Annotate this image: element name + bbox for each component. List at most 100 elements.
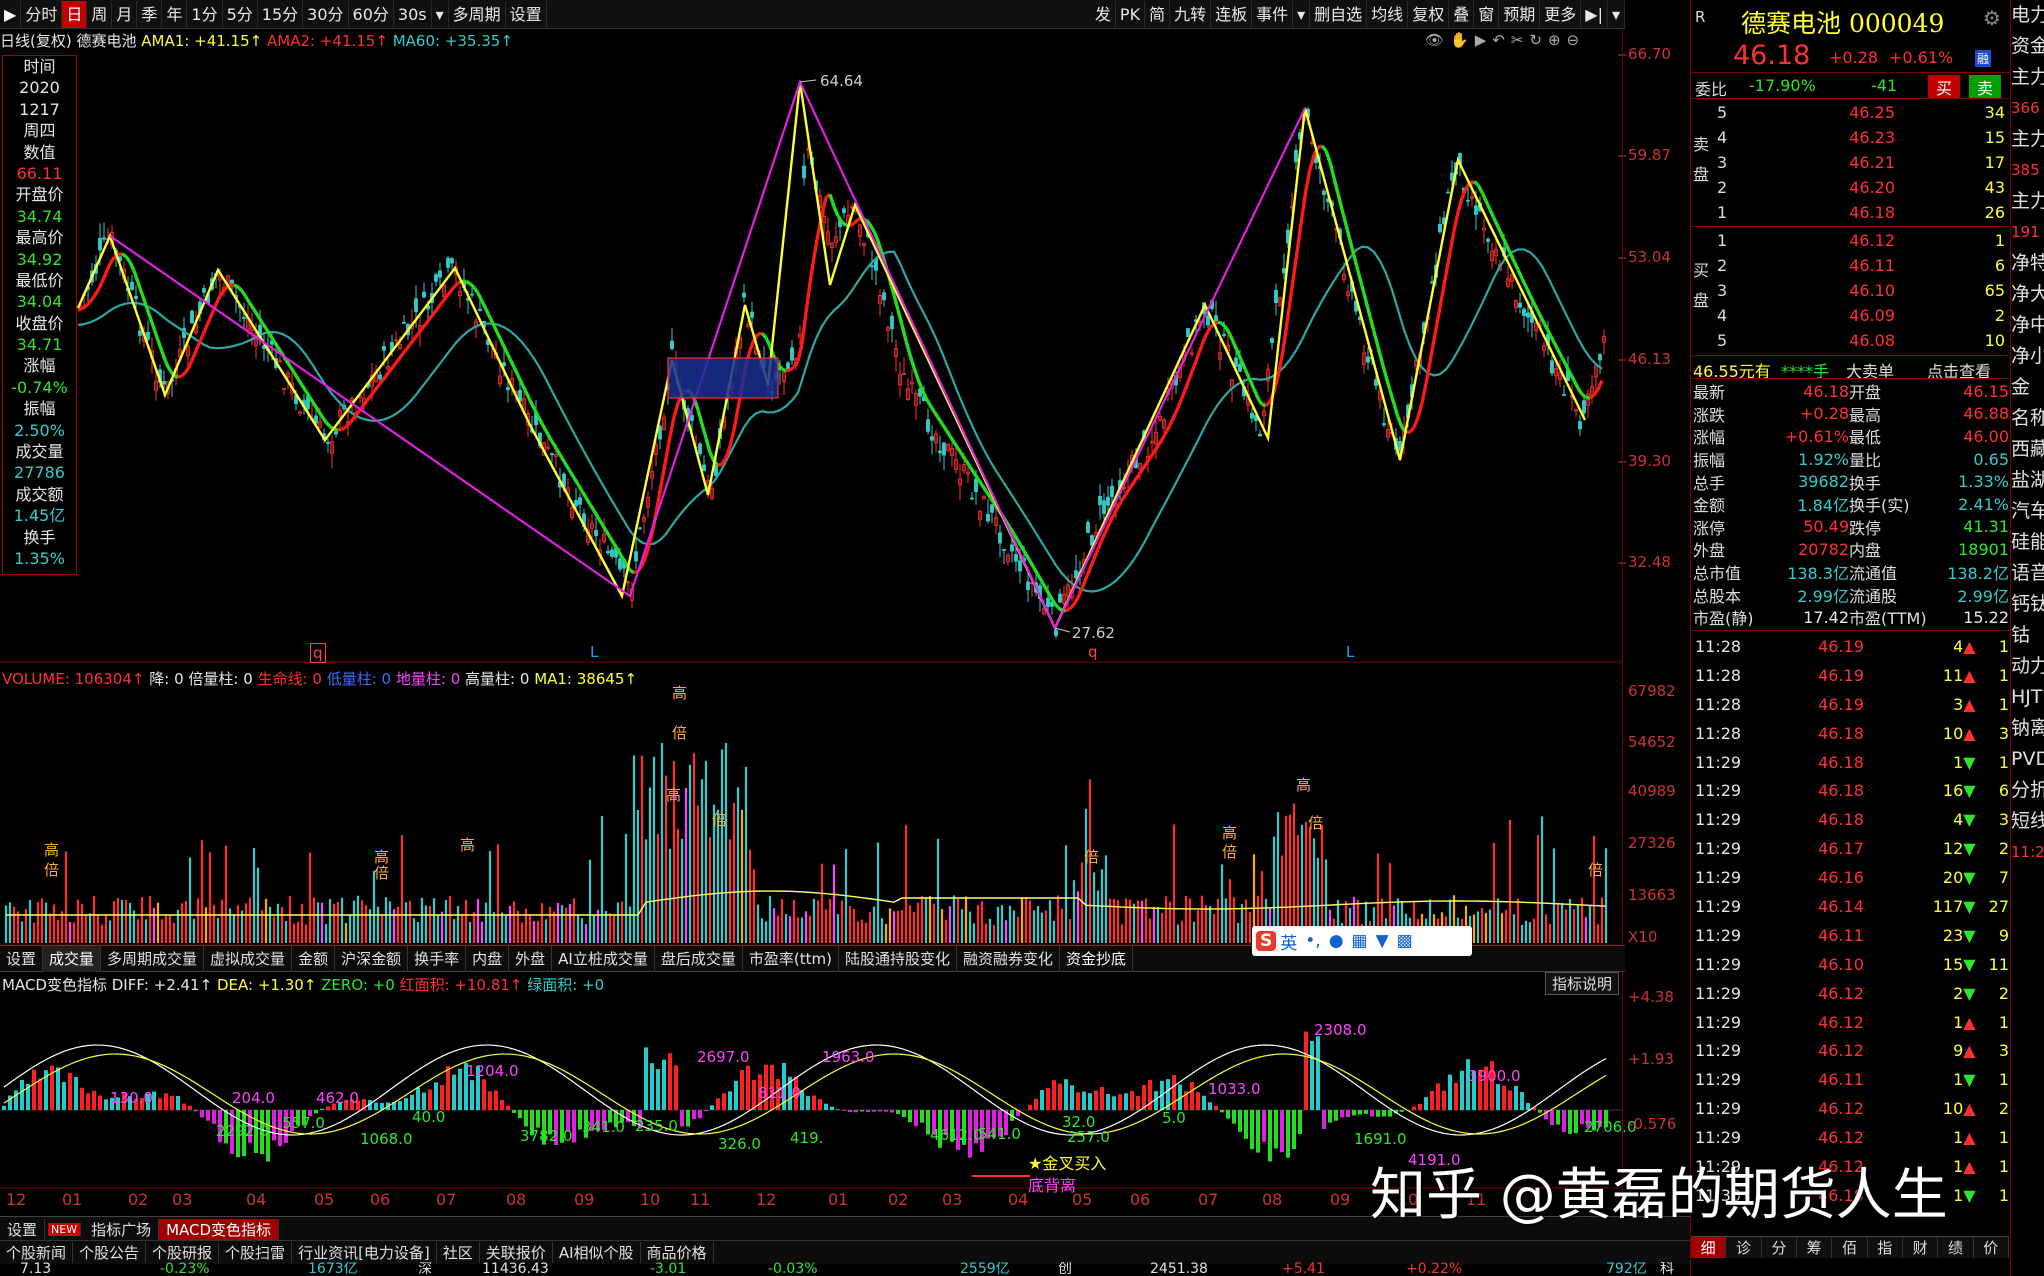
news-tab[interactable]: 关联报价 [480, 1242, 553, 1263]
sector-item[interactable]: 金 [2011, 372, 2044, 403]
sector-item[interactable]: 主力 [2011, 186, 2044, 217]
tick-row[interactable]: 11:28 46.19 3 ▲ 1 [1691, 690, 2009, 719]
news-tab[interactable]: AI相似个股 [553, 1242, 641, 1263]
tick-row[interactable]: 11:29 46.10 15 ▼ 11 [1691, 950, 2009, 979]
tick-row[interactable]: 11:28 46.18 10 ▲ 3 [1691, 719, 2009, 748]
right-tab[interactable]: 诊 [1726, 1237, 1762, 1258]
indicator-tab[interactable]: 虚拟成交量 [204, 945, 293, 972]
order-level[interactable]: 1 46.12 1 [1691, 228, 2009, 253]
indicator-tab[interactable]: 换手率 [408, 945, 467, 972]
shirt-icon[interactable]: ▼ [1376, 931, 1389, 951]
tick-row[interactable]: 11:29 46.18 4 ▼ 3 [1691, 805, 2009, 834]
tick-row[interactable]: 11:29 46.12 9 ▲ 3 [1691, 1036, 2009, 1065]
indicator-tab[interactable]: 成交量 [43, 945, 102, 972]
sector-item[interactable]: PVD [2011, 744, 2044, 775]
right-tab[interactable]: 细 [1691, 1237, 1727, 1258]
right-tab[interactable]: 分 [1762, 1237, 1797, 1258]
order-level[interactable]: 5 46.08 10 [1691, 328, 2009, 353]
sector-item[interactable]: 净大 [2011, 279, 2044, 310]
indicator-tab[interactable]: AI立桩成交量 [552, 945, 655, 972]
tick-row[interactable]: 11:29 46.12 2 ▼ 2 [1691, 979, 2009, 1008]
tick-row[interactable]: 11:29 46.12 1 ▲ 1 [1691, 1008, 2009, 1037]
sector-item[interactable]: 净小 [2011, 341, 2044, 372]
right-tab[interactable]: 财 [1903, 1237, 1939, 1258]
news-tab[interactable]: 个股公告 [73, 1242, 147, 1263]
order-level[interactable]: 3 46.21 17 [1691, 150, 2009, 175]
tick-row[interactable]: 11:29 46.11 23 ▼ 9 [1691, 921, 2009, 950]
sector-item[interactable]: 钠离 [2011, 713, 2044, 744]
sector-item[interactable]: 西藏 [2011, 434, 2044, 465]
indicator-tab[interactable]: 资金抄底 [1060, 945, 1133, 972]
tick-row[interactable]: 11:29 46.18 1 ▼ 1 [1691, 748, 2009, 777]
tick-row[interactable]: 11:29 46.16 20 ▼ 7 [1691, 863, 2009, 892]
news-tab[interactable]: 个股研报 [146, 1242, 220, 1263]
bottom-settings-tab[interactable]: 设置 [0, 1218, 46, 1240]
grid-icon[interactable]: ▩ [1397, 931, 1413, 951]
news-tab[interactable]: 社区 [437, 1242, 480, 1263]
order-level[interactable]: 1 46.18 26 [1691, 200, 2009, 225]
right-tab[interactable]: 绩 [1938, 1237, 1974, 1258]
sector-item[interactable]: 主力 [2011, 62, 2044, 93]
indicator-tab[interactable]: 沪深金额 [335, 945, 409, 972]
right-tab[interactable]: 佰 [1832, 1237, 1868, 1258]
indicator-tab[interactable]: 盘后成交量 [655, 945, 743, 972]
sector-item[interactable]: 11:29 [2011, 837, 2044, 868]
sector-item[interactable]: 钴 [2011, 620, 2044, 651]
chart-area[interactable]: 高倍高倍高高倍高倍高倍高倍倍倍130.02292.0 557.0204.0 462.… [0, 0, 1690, 1216]
right-tab[interactable]: 筹 [1797, 1237, 1833, 1258]
order-level[interactable]: 2 46.20 43 [1691, 175, 2009, 200]
tick-row[interactable]: 11:29 46.11 1 ▼ 1 [1691, 1065, 2009, 1094]
ime-toolbar[interactable]: S 英 •, ● ▦ ▼ ▩ [1252, 926, 1472, 956]
right-tab[interactable]: 指 [1868, 1237, 1903, 1258]
mic-icon[interactable]: ● [1329, 931, 1344, 951]
sector-item[interactable]: 动力 [2011, 651, 2044, 682]
tick-row[interactable]: 11:29 46.18 16 ▼ 6 [1691, 776, 2009, 805]
indicator-tab[interactable]: 内盘 [466, 945, 510, 972]
sector-item[interactable]: 净特 [2011, 248, 2044, 279]
order-level[interactable]: 2 46.11 6 [1691, 253, 2009, 278]
sector-item[interactable]: 硅能 [2011, 527, 2044, 558]
indicator-tab[interactable]: 设置 [0, 945, 44, 972]
sector-item[interactable]: 汽车 [2011, 496, 2044, 527]
sell-button[interactable]: 卖 [1969, 75, 2002, 99]
sector-item[interactable]: 钙钛 [2011, 589, 2044, 620]
sector-item[interactable]: 名称 [2011, 403, 2044, 434]
order-level[interactable]: 5 46.25 34 [1691, 100, 2009, 125]
sector-item[interactable]: 主力 [2011, 124, 2044, 155]
right-tab[interactable]: 价 [1974, 1237, 2009, 1258]
sector-item[interactable]: 385 [2011, 155, 2044, 186]
news-tab[interactable]: 商品价格 [641, 1242, 714, 1263]
gear-icon[interactable]: ⚙ [1983, 6, 2001, 30]
sector-item[interactable]: 366 [2011, 93, 2044, 124]
tick-row[interactable]: 11:28 46.19 4 ▲ 1 [1691, 632, 2009, 661]
indicator-tab[interactable]: 金额 [292, 945, 336, 972]
tick-list[interactable]: 11:28 46.19 4 ▲ 1 11:28 46.19 11 ▲ 1 11:28 46.19 3 ▲ 1… [1691, 632, 2009, 1210]
keyboard-icon[interactable]: ▦ [1352, 931, 1368, 951]
punct-icon[interactable]: •, [1305, 931, 1320, 951]
indicator-tab[interactable]: 多周期成交量 [101, 945, 205, 972]
sector-item[interactable]: 191 [2011, 217, 2044, 248]
tick-row[interactable]: 11:29 46.12 10 ▲ 2 [1691, 1094, 2009, 1123]
indicator-tab[interactable]: 融资融券变化 [957, 945, 1060, 972]
sector-item[interactable]: 盐湖 [2011, 465, 2044, 496]
news-tab[interactable]: 行业资讯[电力设备] [292, 1242, 437, 1263]
indicator-tab[interactable]: 陆股通持股变化 [839, 945, 957, 972]
tick-row[interactable]: 11:29 46.12 1 ▲ 1 [1691, 1123, 2009, 1152]
news-tab[interactable]: 个股扫雷 [219, 1242, 293, 1263]
tick-row[interactable]: 11:29 46.14 117 ▼ 27 [1691, 892, 2009, 921]
indicator-tab[interactable]: 外盘 [509, 945, 553, 972]
order-level[interactable]: 3 46.10 65 [1691, 278, 2009, 303]
sector-item[interactable]: 净中 [2011, 310, 2044, 341]
tick-row[interactable]: 11:29 46.17 12 ▼ 2 [1691, 834, 2009, 863]
sector-item[interactable]: HJT [2011, 682, 2044, 713]
indicator-square-tab[interactable]: 指标广场 [84, 1218, 160, 1240]
indicator-tab[interactable]: 市盈率(ttm) [743, 945, 839, 972]
order-level[interactable]: 4 46.23 15 [1691, 125, 2009, 150]
order-level[interactable]: 4 46.09 2 [1691, 303, 2009, 328]
tick-row[interactable]: 11:28 46.19 11 ▲ 1 [1691, 661, 2009, 690]
sector-item[interactable]: 短线 [2011, 806, 2044, 837]
sector-item[interactable]: 分折 [2011, 775, 2044, 806]
buy-button[interactable]: 买 [1928, 75, 1961, 99]
sector-item[interactable]: 资金 [2011, 31, 2044, 62]
sector-item[interactable]: 电力 [2011, 0, 2044, 31]
